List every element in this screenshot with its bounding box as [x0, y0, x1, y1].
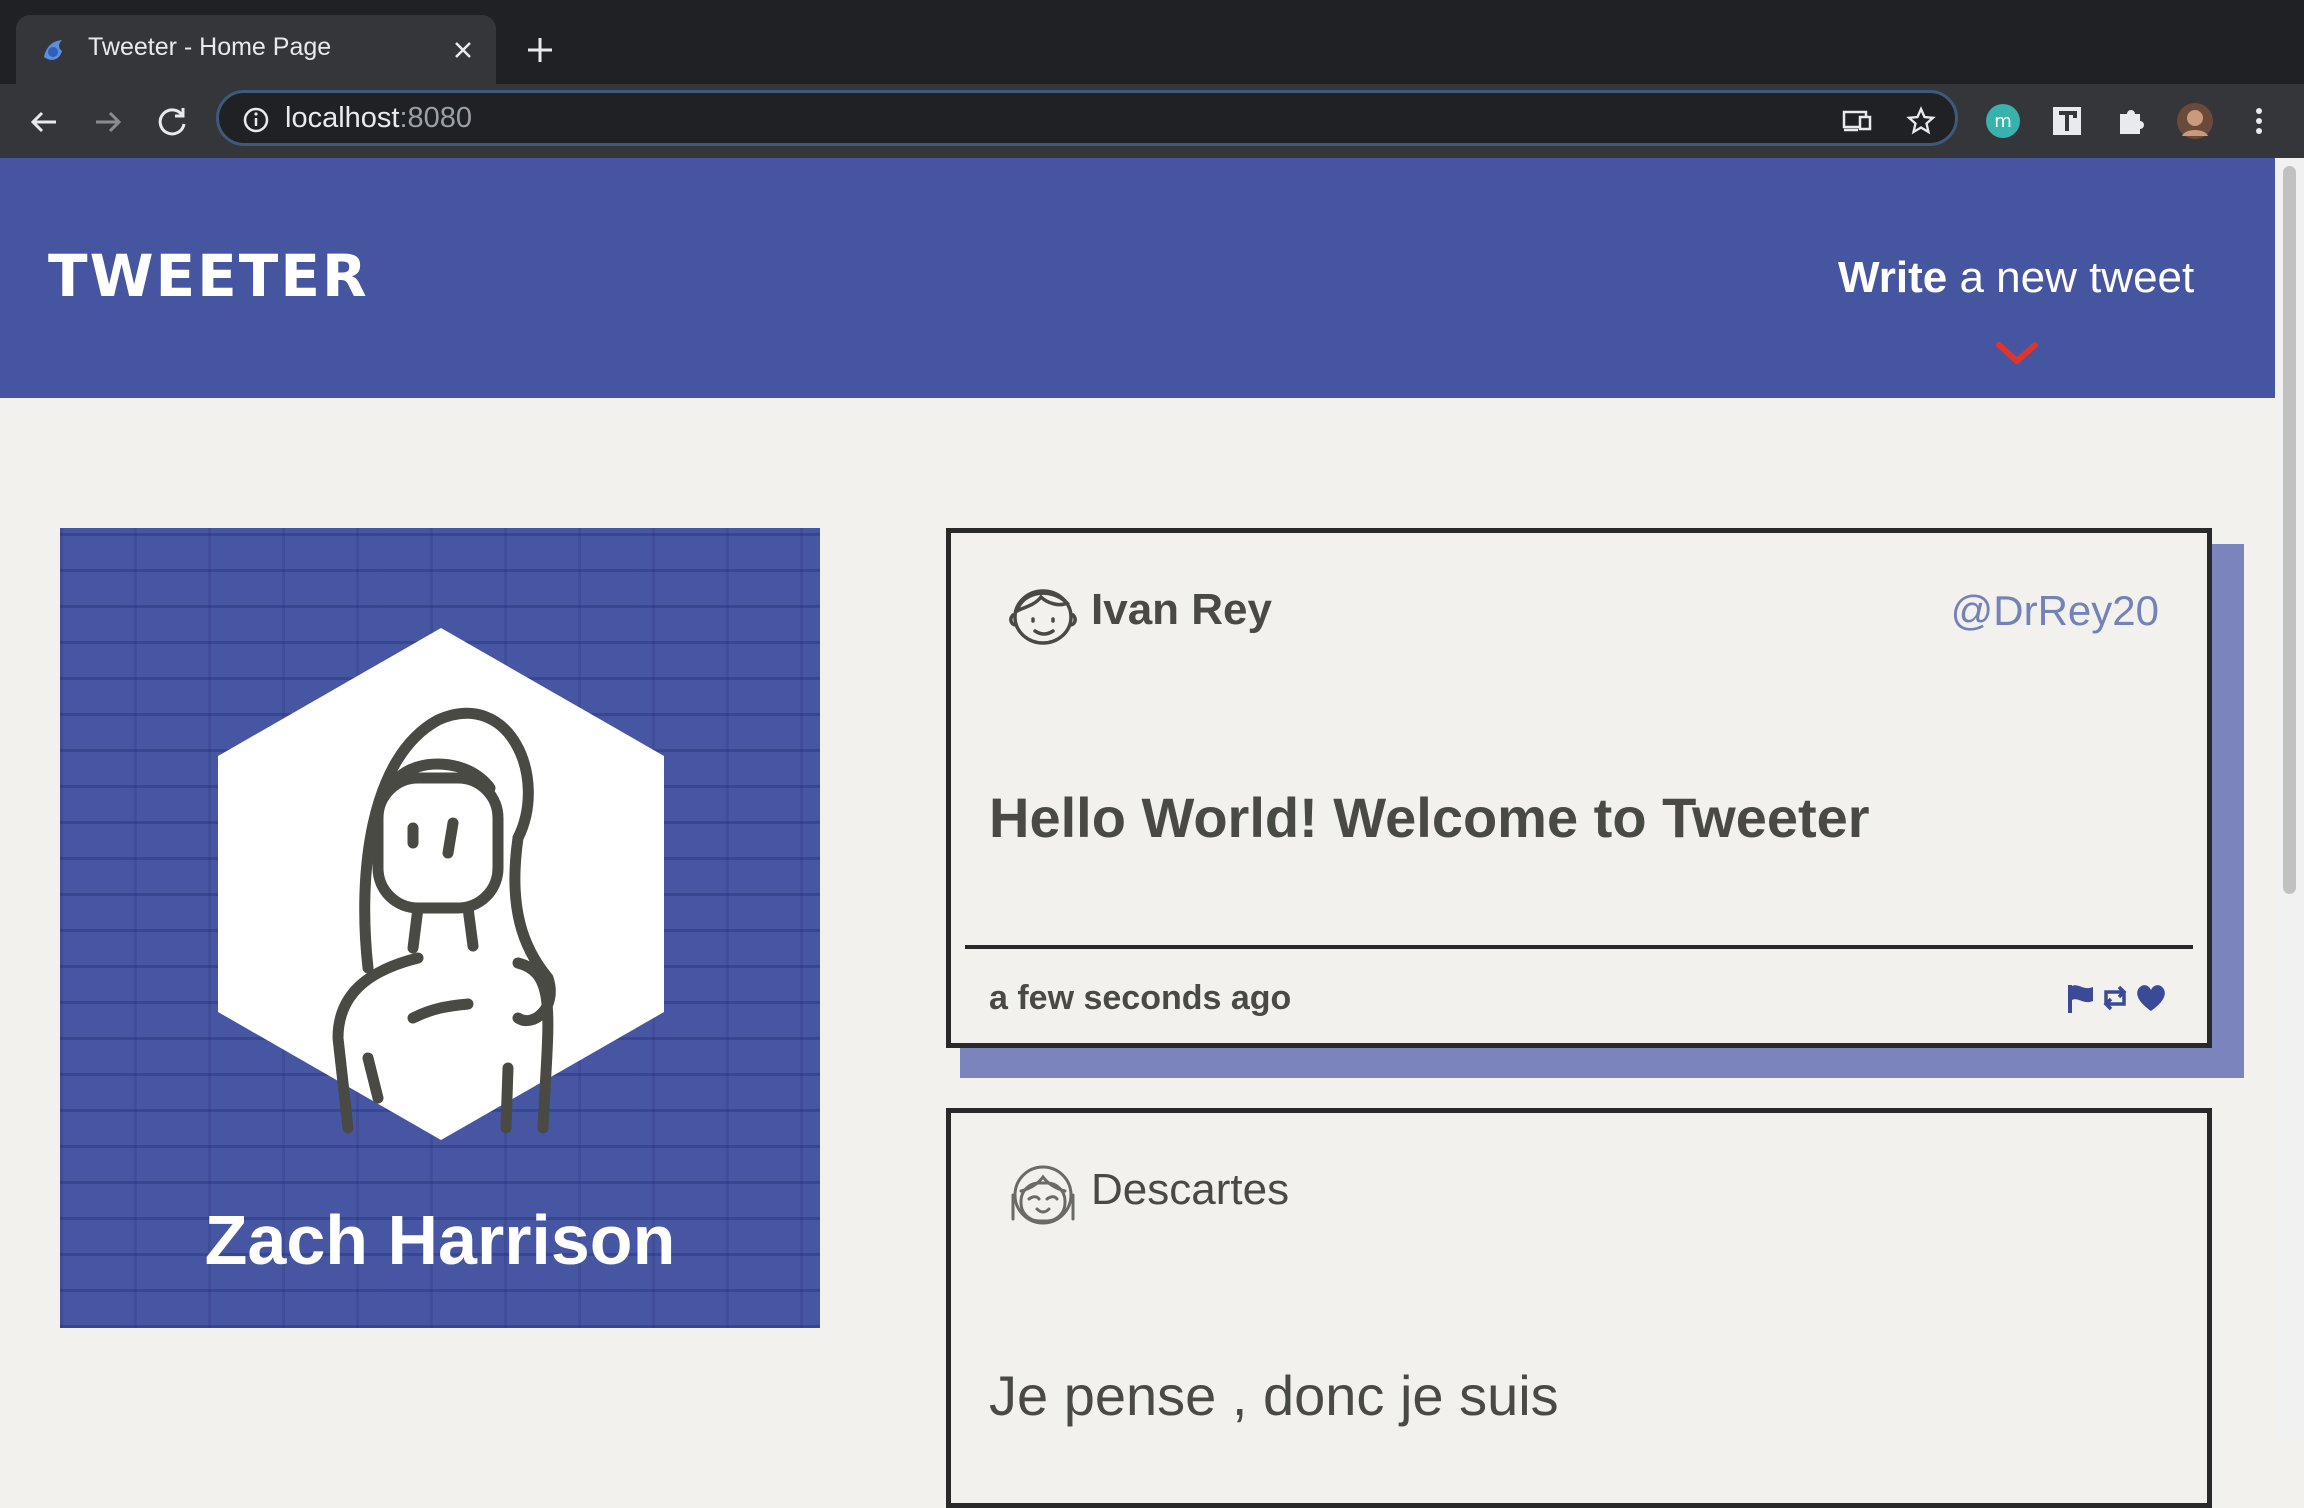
- star-icon[interactable]: [1905, 105, 1937, 137]
- scrollbar-thumb[interactable]: [2283, 166, 2296, 894]
- tweet-author-name: Descartes: [1091, 1165, 1290, 1214]
- page-scrollbar[interactable]: [2275, 158, 2304, 1440]
- tweet-text: Je pense , donc je suis: [989, 1364, 1559, 1427]
- tweeter-favicon-icon: [44, 40, 62, 60]
- url-port: :8080: [399, 102, 473, 134]
- forward-icon[interactable]: [88, 102, 128, 142]
- url-host: localhost: [285, 102, 400, 134]
- profile-card: Zach Harrison: [60, 528, 820, 1328]
- tweet-card: Descartes Je pense , donc je suis: [946, 1108, 2212, 1508]
- tweet-author-name: Ivan Rey: [1091, 585, 1272, 634]
- avatar[interactable]: [2176, 102, 2214, 140]
- extension-t-icon[interactable]: [2048, 102, 2086, 140]
- tweet-card: Ivan Rey @DrRey20 Hello World! Welcome t…: [946, 528, 2212, 1048]
- address-bar[interactable]: localhost:8080: [216, 90, 1958, 146]
- svg-text:m: m: [1994, 111, 2012, 132]
- tab-close-icon[interactable]: [448, 35, 478, 65]
- compose-rest: a new tweet: [1947, 253, 2195, 302]
- url-text[interactable]: localhost:8080: [285, 102, 472, 135]
- profile-name: Zach Harrison: [204, 1201, 676, 1279]
- cast-icon[interactable]: [1841, 105, 1873, 137]
- chevron-down-icon[interactable]: [1994, 340, 2040, 368]
- profile-avatar: [218, 628, 664, 1140]
- site-logo[interactable]: TWEETER: [48, 242, 369, 310]
- tweet-actions: [2065, 983, 2169, 1017]
- tab-title: Tweeter - Home Page: [88, 33, 332, 61]
- tweet-timestamp: a few seconds ago: [989, 979, 1292, 1017]
- reload-icon[interactable]: [152, 102, 192, 142]
- back-icon[interactable]: [24, 102, 64, 142]
- man-avatar-icon: [1009, 589, 1077, 645]
- flag-icon[interactable]: [2065, 983, 2097, 1013]
- compose-link[interactable]: Write a new tweet: [1838, 253, 2194, 303]
- page-header: TWEETER Write a new tweet: [0, 158, 2275, 398]
- menu-dots-icon[interactable]: [2240, 102, 2278, 140]
- browser-tabstrip: Tweeter - Home Page: [0, 0, 2304, 84]
- browser-tab[interactable]: Tweeter - Home Page: [16, 15, 496, 84]
- retweet-icon[interactable]: [2099, 983, 2131, 1013]
- extension-m-icon[interactable]: m: [1984, 102, 2022, 140]
- browser-toolbar: localhost:8080 m: [0, 84, 2304, 158]
- new-tab-icon[interactable]: [522, 32, 558, 68]
- info-icon[interactable]: [241, 105, 271, 135]
- child-avatar-icon: [1011, 1165, 1075, 1225]
- compose-strong: Write: [1838, 253, 1948, 302]
- heart-icon[interactable]: [2135, 983, 2167, 1013]
- tweet-author-handle: @DrRey20: [1950, 587, 2159, 634]
- tweet-text: Hello World! Welcome to Tweeter: [989, 786, 1870, 849]
- tweet-divider: [965, 945, 2193, 949]
- puzzle-icon[interactable]: [2112, 102, 2150, 140]
